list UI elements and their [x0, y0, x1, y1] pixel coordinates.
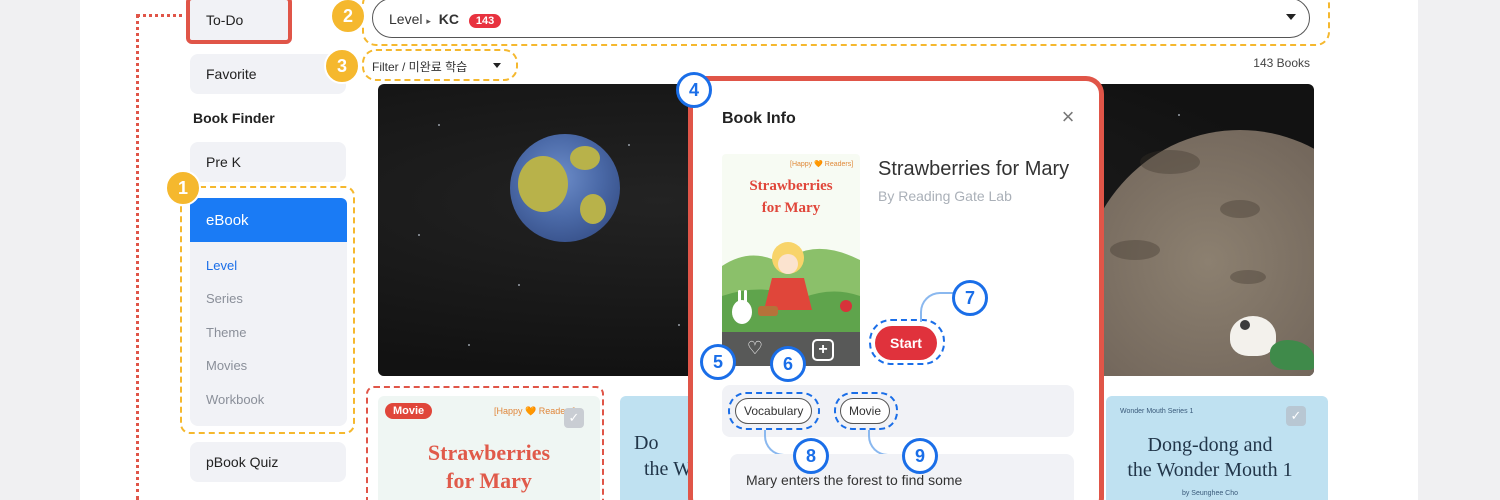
callout-highlight: [728, 392, 820, 430]
sidebar-item-label: pBook Quiz: [206, 454, 279, 470]
heart-icon[interactable]: ♡: [744, 337, 766, 359]
sidebar-item-label: To-Do: [206, 12, 244, 28]
callout-badge: 3: [324, 48, 360, 84]
callout-badge: 1: [165, 170, 201, 206]
sidebar-item-prek[interactable]: Pre K: [190, 142, 346, 182]
callout-badge: 6: [770, 346, 806, 382]
books-count: 143 Books: [1253, 56, 1310, 70]
earth-illustration: [510, 134, 620, 242]
series-label: Wonder Mouth Series 1: [1120, 408, 1194, 415]
cover-title: Strawberries: [749, 178, 833, 194]
callout-badge: 4: [676, 72, 712, 108]
callout-highlight: [362, 49, 518, 81]
modal-title: Book Info: [722, 110, 796, 127]
annotation-guide-line: [136, 14, 139, 500]
moon-illustration: [1080, 84, 1314, 376]
callout-highlight: [869, 319, 945, 365]
cover-title: for Mary: [761, 200, 821, 216]
callout-badge: 8: [793, 438, 829, 474]
sidebar-item-pbook-quiz[interactable]: pBook Quiz: [190, 442, 346, 482]
series-label: [Happy 🧡 Readers]: [790, 161, 854, 168]
annotation-highlight: [366, 386, 604, 500]
close-icon[interactable]: ×: [1058, 106, 1078, 128]
sidebar-item-label: Favorite: [206, 66, 257, 82]
sidebar-item-favorite[interactable]: Favorite: [190, 54, 346, 94]
callout-badge: 7: [952, 280, 988, 316]
callout-highlight: [180, 186, 355, 434]
book-author: By Reading Gate Lab: [878, 188, 1012, 204]
callout-badge: 9: [902, 438, 938, 474]
book-author: by Seunghee Cho: [1181, 490, 1239, 497]
callout-highlight: [834, 392, 898, 430]
cover-illustration: [722, 226, 860, 332]
right-margin: [1418, 0, 1500, 500]
book-finder-heading: Book Finder: [193, 110, 275, 126]
book-title: the Wonder Mouth 1: [1127, 459, 1293, 481]
callout-badge: 5: [700, 344, 736, 380]
sidebar-item-label: Pre K: [206, 154, 242, 170]
check-icon[interactable]: ✓: [1286, 406, 1306, 426]
callout-highlight: [362, 0, 1330, 46]
sidebar-item-todo[interactable]: To-Do: [186, 0, 292, 44]
book-title: Strawberries for Mary: [878, 158, 1070, 180]
annotation-guide-line: [136, 14, 190, 17]
book-title: Dong-dong and: [1147, 434, 1273, 456]
add-to-list-icon[interactable]: +: [812, 339, 834, 361]
